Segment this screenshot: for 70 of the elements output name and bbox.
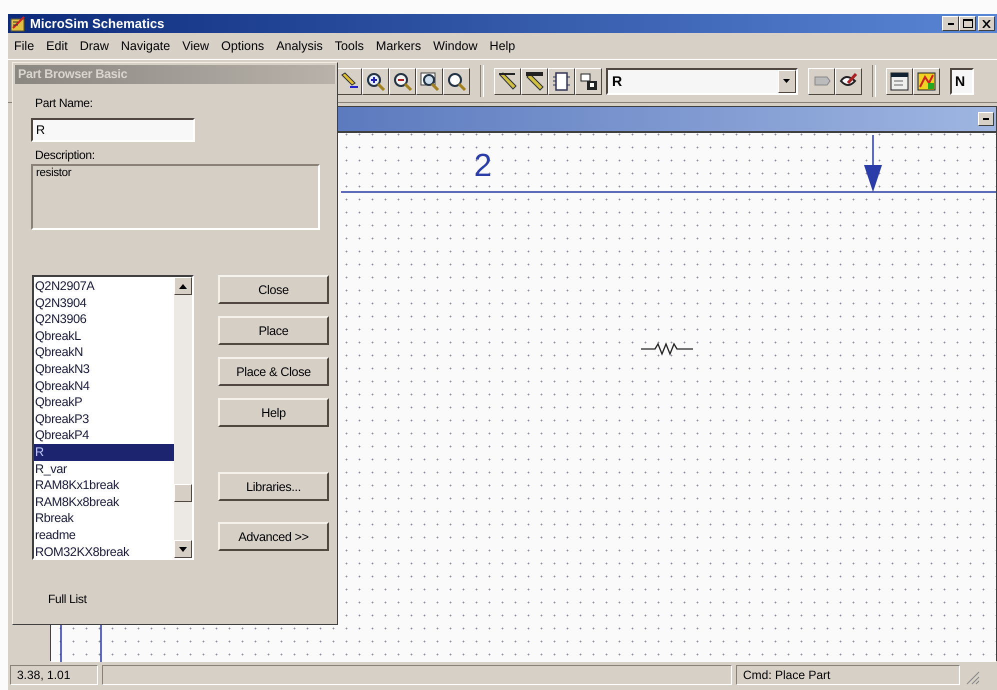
zoom-fit-button[interactable] xyxy=(443,68,470,94)
bus-button[interactable] xyxy=(521,68,548,94)
menu-item[interactable]: Analysis xyxy=(270,39,329,53)
close-icon xyxy=(982,20,991,28)
probe-button[interactable] xyxy=(913,68,940,94)
dialog-button[interactable]: Help xyxy=(218,398,329,427)
coordinates-readout: 3.38, 1.01 xyxy=(10,665,98,685)
dialog-button[interactable]: Place xyxy=(218,316,329,345)
dialog-title: Part Browser Basic xyxy=(15,65,335,84)
menu-item[interactable]: Help xyxy=(484,39,522,53)
edit-attr-button[interactable] xyxy=(835,68,862,94)
part-get-icon xyxy=(578,70,599,92)
field-label: Part Name: xyxy=(35,96,94,110)
dropdown-arrow-icon xyxy=(783,78,791,84)
scroll-thumb[interactable] xyxy=(174,484,192,502)
zoom-area-icon xyxy=(419,70,440,92)
maximize-icon xyxy=(962,19,972,28)
app-icon xyxy=(10,16,26,32)
window-list-icon xyxy=(889,70,910,92)
frame-label: 2 xyxy=(474,147,492,184)
dialog-button[interactable]: Advanced >> xyxy=(218,522,329,551)
scroll-down-icon xyxy=(179,546,187,552)
part-list-item[interactable]: R xyxy=(34,444,174,461)
dialog-button[interactable]: Libraries... xyxy=(218,472,329,501)
zoom-out-button[interactable] xyxy=(389,68,416,94)
menu-item[interactable]: Draw xyxy=(74,39,115,53)
zoom-out-icon xyxy=(392,70,413,92)
scroll-up-icon xyxy=(179,284,187,288)
part-combo[interactable]: R xyxy=(606,68,798,94)
zoom-in-button[interactable] xyxy=(362,68,389,94)
window-title: MicroSim Schematics xyxy=(30,16,166,31)
dialog-button[interactable]: Close xyxy=(218,275,329,304)
minimize-icon xyxy=(948,22,954,24)
zoom-in-icon xyxy=(365,70,386,92)
parts-list[interactable]: Q2N2907A Q2N3904 Q2N3906 QbreakL QbreakN QbreakN3 QbreakN4 QbreakP QbreakP3 QbreakP4 R R_var RAM8Kx1break RAM8Kx8break Rbreak readme ROM32KX8break xyxy=(32,275,194,560)
minimize-button[interactable] xyxy=(978,112,994,126)
wire-button[interactable] xyxy=(494,68,521,94)
arrow-marker xyxy=(864,135,882,192)
block-icon xyxy=(551,70,572,92)
minimize-button[interactable] xyxy=(942,16,959,31)
bus-icon xyxy=(524,70,545,92)
border-line xyxy=(60,622,102,662)
menu-item[interactable]: Navigate xyxy=(114,39,176,53)
resize-grip-icon[interactable] xyxy=(964,669,980,685)
block-button[interactable] xyxy=(548,68,575,94)
probe-icon xyxy=(916,70,937,92)
tag-button[interactable] xyxy=(808,68,835,94)
zoom-fit-icon xyxy=(446,70,467,92)
resistor-symbol[interactable] xyxy=(641,342,693,356)
menu-item[interactable]: Window xyxy=(427,39,484,53)
maximize-button[interactable] xyxy=(959,16,976,31)
menu-item[interactable]: Options xyxy=(215,39,270,53)
menu-item[interactable]: View xyxy=(176,39,216,53)
menu-item[interactable]: Markers xyxy=(370,39,428,53)
toolbar-field[interactable]: N xyxy=(950,68,974,94)
minimize-icon xyxy=(983,118,989,120)
close-button[interactable] xyxy=(978,16,995,31)
description-field: resistor xyxy=(31,164,320,230)
menu-item[interactable]: Edit xyxy=(40,39,74,53)
menu-item[interactable]: Tools xyxy=(328,39,370,53)
part-get-button[interactable] xyxy=(575,68,602,94)
zoom-area-button[interactable] xyxy=(416,68,443,94)
part-name-field[interactable]: R xyxy=(31,118,195,142)
window-list-button[interactable] xyxy=(886,68,913,94)
scrollbar[interactable] xyxy=(174,277,192,558)
menu-item[interactable]: File xyxy=(8,39,40,53)
dialog-button[interactable]: Place & Close xyxy=(218,357,329,386)
command-status: Cmd: Place Part xyxy=(736,665,960,685)
mode-label: Full List xyxy=(48,592,88,606)
wire-icon xyxy=(497,70,518,92)
